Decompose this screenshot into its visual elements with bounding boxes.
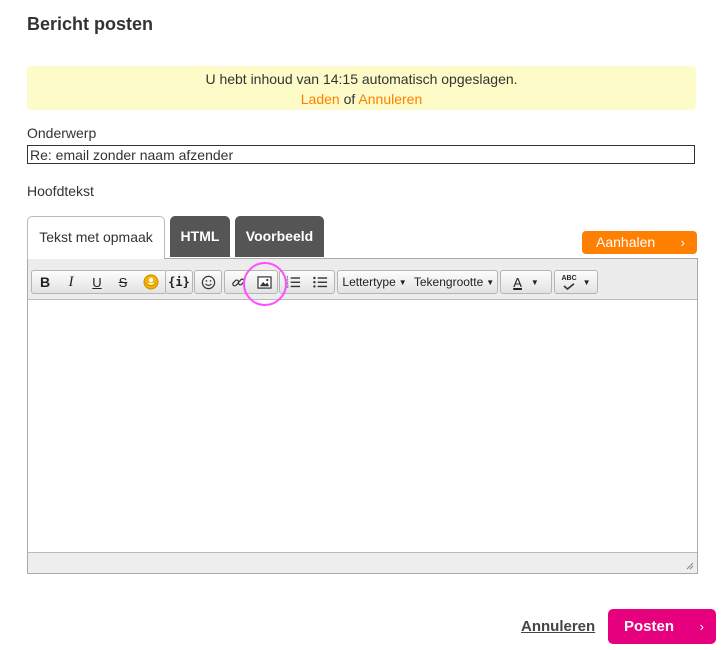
- resize-grip-icon[interactable]: [684, 560, 694, 570]
- font-color-dropdown[interactable]: A ▼: [501, 271, 551, 293]
- quote-button-label: Aanhalen: [596, 234, 656, 250]
- post-button-label: Posten: [624, 618, 675, 635]
- caret-down-icon: ▼: [582, 277, 591, 287]
- editor-content-area[interactable]: [28, 300, 697, 553]
- svg-text:3: 3: [286, 284, 289, 289]
- font-group: Lettertype ▼ Tekengrootte ▼: [337, 270, 498, 294]
- format-group: B I U S: [31, 270, 167, 294]
- color-group: A ▼: [500, 270, 552, 294]
- spellcheck-dropdown[interactable]: ABC ▼: [555, 271, 597, 293]
- editor-toolbar: B I U S {i} 123 Lettertype ▼ Tekengroott…: [28, 259, 697, 300]
- quote-button[interactable]: Aanhalen ›: [582, 231, 697, 254]
- autosave-notice: U hebt inhoud van 14:15 automatisch opge…: [27, 66, 696, 110]
- page-title: Bericht posten: [27, 14, 154, 34]
- chevron-right-icon: ›: [680, 235, 685, 250]
- rich-text-editor: B I U S {i} 123 Lettertype ▼ Tekengroott…: [27, 258, 698, 574]
- italic-icon[interactable]: I: [58, 271, 84, 293]
- spellcheck-group: ABC ▼: [554, 270, 598, 294]
- editor-statusbar: [28, 552, 697, 573]
- subject-label: Onderwerp: [27, 125, 97, 141]
- autosave-message: U hebt inhoud van 14:15 automatisch opge…: [205, 71, 518, 87]
- ordered-list-icon[interactable]: 123: [280, 271, 307, 293]
- tab-preview[interactable]: Voorbeeld: [235, 216, 324, 257]
- caret-down-icon: ▼: [486, 277, 495, 287]
- spoiler-icon[interactable]: [136, 271, 166, 293]
- strikethrough-icon[interactable]: S: [110, 271, 136, 293]
- spellcheck-icon: ABC: [561, 275, 577, 290]
- load-draft-link[interactable]: Laden: [301, 91, 340, 107]
- list-group: 123: [279, 270, 335, 294]
- autosave-or-text: of: [343, 91, 356, 107]
- code-icon[interactable]: {i}: [166, 271, 192, 293]
- bold-icon[interactable]: B: [32, 271, 58, 293]
- font-color-icon: A: [513, 274, 522, 290]
- font-family-dropdown[interactable]: Lettertype ▼: [338, 271, 411, 293]
- link-icon[interactable]: [225, 271, 251, 293]
- font-size-label: Tekengrootte: [413, 275, 484, 289]
- image-icon[interactable]: [251, 271, 277, 293]
- caret-down-icon: ▼: [530, 277, 539, 287]
- font-family-label: Lettertype: [342, 275, 396, 289]
- caret-down-icon: ▼: [398, 277, 407, 287]
- unordered-list-icon[interactable]: [307, 271, 334, 293]
- discard-draft-link[interactable]: Annuleren: [358, 91, 422, 107]
- tab-html[interactable]: HTML: [170, 216, 230, 257]
- post-button[interactable]: Posten ›: [608, 609, 716, 644]
- chevron-right-icon: ›: [699, 619, 704, 634]
- body-label: Hoofdtekst: [27, 183, 94, 199]
- emoji-group: [194, 270, 222, 294]
- emoji-icon[interactable]: [195, 271, 221, 293]
- tab-rich-text[interactable]: Tekst met opmaak: [27, 216, 165, 259]
- font-size-dropdown[interactable]: Tekengrootte ▼: [411, 271, 497, 293]
- autosave-actions: Laden of Annuleren: [27, 89, 696, 109]
- subject-input[interactable]: [27, 145, 695, 164]
- code-group: {i}: [165, 270, 193, 294]
- cancel-link[interactable]: Annuleren: [521, 618, 595, 635]
- insert-group: [224, 270, 278, 294]
- underline-icon[interactable]: U: [84, 271, 110, 293]
